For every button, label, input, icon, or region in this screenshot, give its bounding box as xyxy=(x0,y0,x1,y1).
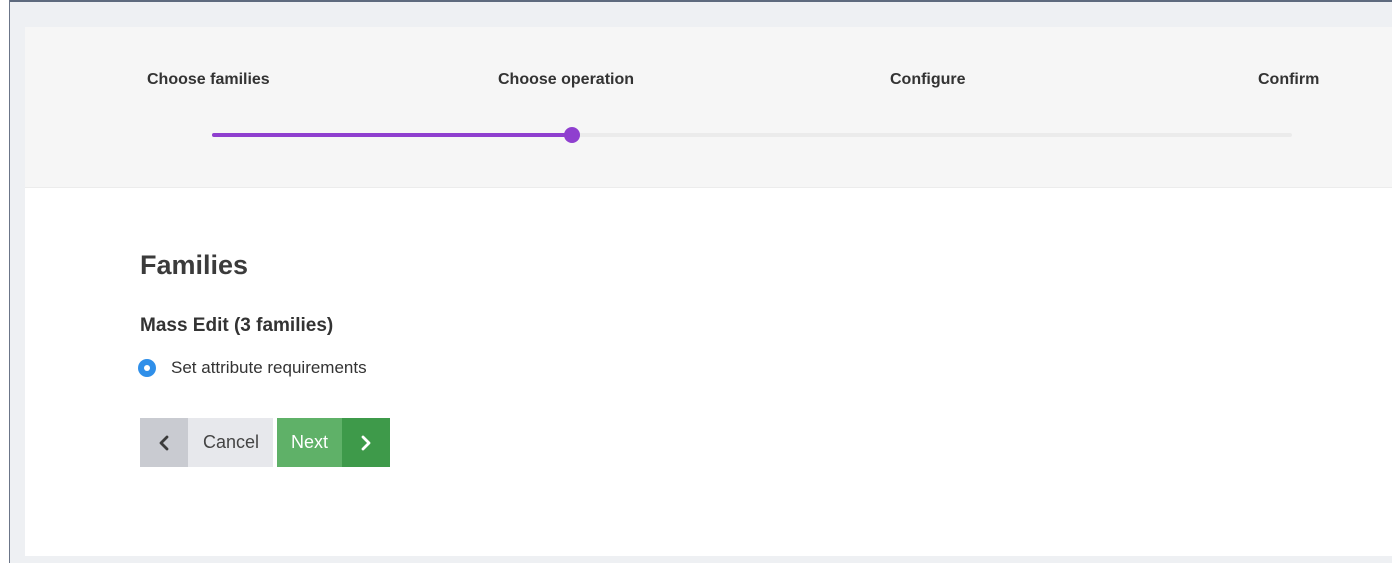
progress-track xyxy=(212,127,1292,143)
chevron-right-icon xyxy=(342,418,391,467)
step-choose-operation[interactable]: Choose operation xyxy=(498,71,634,89)
radio-selected-icon[interactable] xyxy=(138,359,156,377)
next-button[interactable]: Next xyxy=(277,418,391,467)
progress-fill xyxy=(212,133,572,137)
operation-option-set-attribute-requirements[interactable]: Set attribute requirements xyxy=(138,356,367,380)
cancel-button[interactable]: Cancel xyxy=(140,418,274,467)
progress-current-step-dot xyxy=(564,127,580,143)
window-top-border xyxy=(0,0,1392,2)
wizard-steps-header: Choose families Choose operation Configu… xyxy=(25,27,1392,188)
chevron-left-icon xyxy=(140,418,188,467)
page-title: Families xyxy=(140,250,249,280)
cancel-button-label: Cancel xyxy=(188,418,274,467)
window-left-border xyxy=(0,0,10,563)
step-confirm: Confirm xyxy=(1258,71,1320,88)
step-configure: Configure xyxy=(890,71,966,88)
operation-subtitle: Mass Edit (3 families) xyxy=(140,315,334,336)
wizard-actions: Cancel Next xyxy=(140,418,391,467)
step-choose-families[interactable]: Choose families xyxy=(147,71,270,89)
mass-edit-wizard: Choose families Choose operation Configu… xyxy=(25,27,1392,556)
next-button-label: Next xyxy=(277,418,343,467)
operation-option-label: Set attribute requirements xyxy=(171,358,367,377)
